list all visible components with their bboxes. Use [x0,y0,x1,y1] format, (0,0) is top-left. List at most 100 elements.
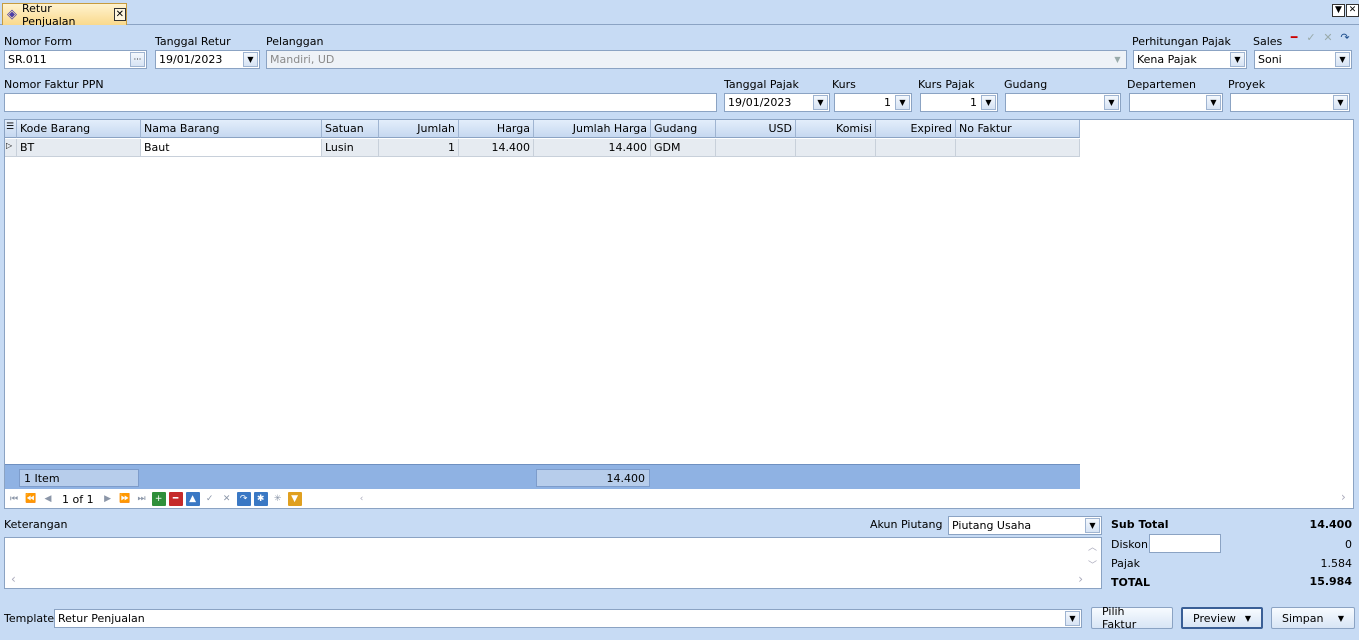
column-header[interactable]: Harga [459,120,534,138]
chevron-down-icon[interactable]: ▼ [1338,614,1344,623]
cell-kode[interactable]: BT [17,139,141,157]
chevron-down-icon[interactable]: ▼ [1245,614,1251,623]
column-header[interactable]: Satuan [322,120,379,138]
delete-row-icon[interactable]: ━ [168,492,183,506]
move-up-icon[interactable]: ▲ [185,492,200,506]
perhitungan-pajak-select[interactable]: Kena Pajak ▼ [1133,50,1247,69]
item-grid[interactable]: ☰ Kode Barang Nama Barang Satuan Jumlah … [4,119,1354,509]
cell-komisi[interactable] [796,139,876,157]
sub-total-label: Sub Total [1111,518,1169,531]
simpan-button[interactable]: Simpan ▼ [1271,607,1355,629]
scroll-left-icon[interactable]: ‹ [355,492,369,506]
preview-label: Preview [1193,611,1236,625]
kurs-pajak-value: 1 [970,96,977,109]
next-record-icon[interactable]: ▶ [101,492,115,506]
proyek-select[interactable]: ▼ [1230,93,1350,112]
departemen-label: Departemen [1127,78,1197,91]
kurs-pajak-field[interactable]: 1 ▼ [920,93,998,112]
remove-icon[interactable]: ━ [1286,29,1302,45]
nomor-form-field[interactable]: SR.011 ··· [4,50,147,69]
cell-jumlah[interactable]: 1 [379,139,459,157]
chevron-down-icon[interactable]: ▼ [1230,52,1245,67]
gudang-select[interactable]: ▼ [1005,93,1121,112]
tanggal-pajak-field[interactable]: 19/01/2023 ▼ [724,93,830,112]
chevron-down-icon[interactable]: ▼ [1110,52,1125,67]
next-page-icon[interactable]: ⏩ [118,492,132,506]
window-menu-icon[interactable]: ▼ [1332,4,1345,17]
cell-expired[interactable] [876,139,956,157]
chevron-down-icon[interactable]: ▼ [1335,52,1350,67]
tanggal-retur-label: Tanggal Retur [155,35,231,48]
check-icon[interactable]: ✓ [1303,29,1319,45]
chevron-down-icon[interactable]: ▼ [813,95,828,110]
chevron-down-icon[interactable]: ▼ [1104,95,1119,110]
column-header[interactable]: Jumlah [379,120,459,138]
add-row-icon[interactable]: + [151,492,166,506]
cell-gudang[interactable]: GDM [651,139,716,157]
total-value: 15.984 [1309,575,1352,588]
chevron-down-icon[interactable]: ▼ [1085,518,1100,533]
column-header[interactable]: Gudang [651,120,716,138]
nomor-form-value: SR.011 [8,53,47,66]
pilih-faktur-button[interactable]: Pilih Faktur [1091,605,1173,631]
column-header[interactable]: USD [716,120,796,138]
refresh-icon[interactable]: ↷ [1337,29,1353,45]
nomor-faktur-ppn-field[interactable] [4,93,717,112]
chevron-down-icon[interactable]: ▼ [981,95,996,110]
keterangan-textarea[interactable]: ︿ ﹀ ‹ › [4,537,1102,589]
sales-select[interactable]: Soni ▼ [1254,50,1352,69]
first-page-icon[interactable]: ⏮ [7,492,21,506]
column-header[interactable]: Jumlah Harga [534,120,651,138]
departemen-select[interactable]: ▼ [1129,93,1223,112]
column-header[interactable]: Kode Barang [17,120,141,138]
tanggal-pajak-value: 19/01/2023 [728,96,792,109]
chevron-down-icon[interactable]: ▼ [243,52,258,67]
grid-footer: 1 Item 14.400 [5,464,1080,489]
cell-jumlah-harga[interactable]: 14.400 [534,139,651,157]
tanggal-retur-field[interactable]: 19/01/2023 ▼ [155,50,260,69]
cancel-edit-icon[interactable]: ✕ [220,492,234,506]
scroll-up-icon[interactable]: ︿ [1088,540,1097,553]
tab-close-icon[interactable]: ✕ [113,8,126,21]
refresh-icon[interactable]: ↷ [236,492,251,506]
last-page-icon[interactable]: ⏭ [135,492,149,506]
preview-button[interactable]: Preview ▼ [1181,607,1263,629]
tab-retur-penjualan[interactable]: ◈ Retur Penjualan ✕ [2,2,127,28]
prev-page-icon[interactable]: ⏪ [24,492,38,506]
window-close-icon[interactable]: ✕ [1346,4,1359,17]
filter-icon[interactable]: ▼ [287,492,302,506]
column-header[interactable]: Nama Barang [141,120,322,138]
cell-satuan[interactable]: Lusin [322,139,379,157]
cell-nama[interactable]: Baut [141,139,322,157]
akun-piutang-value: Piutang Usaha [952,519,1032,532]
diskon-input[interactable] [1149,534,1221,553]
chevron-down-icon[interactable]: ▼ [1065,611,1080,626]
column-header[interactable]: No Faktur [956,120,1080,138]
scroll-left-icon[interactable]: ‹ [11,572,16,586]
cell-usd[interactable] [716,139,796,157]
cancel-icon[interactable]: ✕ [1320,29,1336,45]
akun-piutang-select[interactable]: Piutang Usaha ▼ [948,516,1102,535]
pelanggan-label: Pelanggan [266,35,324,48]
cell-no-faktur[interactable] [956,139,1080,157]
scroll-right-icon[interactable]: › [1341,490,1346,504]
prev-record-icon[interactable]: ◀ [41,492,55,506]
post-edit-icon[interactable]: ✓ [203,492,217,506]
chevron-down-icon[interactable]: ▼ [1206,95,1221,110]
column-header[interactable]: Komisi [796,120,876,138]
pelanggan-field[interactable]: Mandiri, UD ▼ [266,50,1127,69]
chevron-down-icon[interactable]: ▼ [1333,95,1348,110]
chevron-down-icon[interactable]: ▼ [895,95,910,110]
browse-button[interactable]: ··· [130,52,145,67]
proyek-label: Proyek [1228,78,1266,91]
bookmark-icon[interactable]: ✱ [253,492,268,506]
template-value: Retur Penjualan [58,612,145,625]
goto-bookmark-icon[interactable]: ✳ [271,492,285,506]
kurs-field[interactable]: 1 ▼ [834,93,912,112]
scroll-down-icon[interactable]: ﹀ [1088,558,1097,571]
scroll-right-icon[interactable]: › [1078,572,1083,586]
cell-harga[interactable]: 14.400 [459,139,534,157]
template-select[interactable]: Retur Penjualan ▼ [54,609,1082,628]
column-chooser-icon[interactable]: ☰ [5,120,17,138]
column-header[interactable]: Expired [876,120,956,138]
